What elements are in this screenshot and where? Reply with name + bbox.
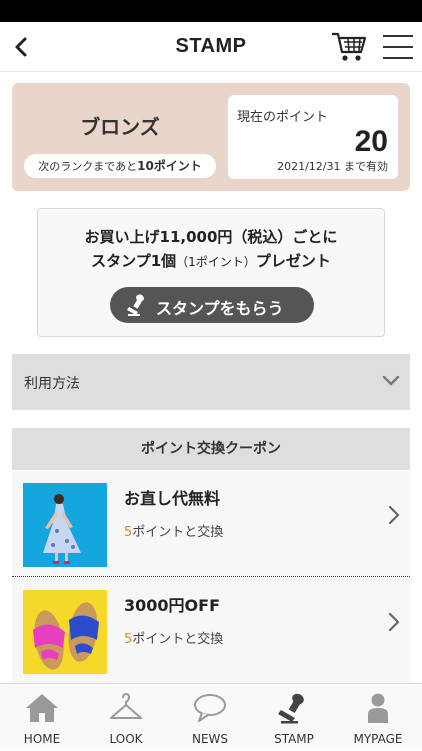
stamp-line2-end: プレゼント [255, 252, 331, 270]
rank-card: ブロンズ 次のランクまであと10ポイント 現在のポイント 20 2021/12/… [12, 83, 410, 191]
coupon-cost-text: ポイントと交換 [132, 525, 224, 540]
coupon-cost-text: ポイントと交換 [132, 632, 224, 647]
chevron-down-icon [382, 375, 400, 386]
tab-stamp[interactable]: STAMP [252, 684, 336, 751]
hanger-icon [110, 693, 142, 719]
stamp-condition-line1: お買い上げ11,000円（税込）ごとに [84, 228, 338, 246]
tab-label: MYPAGE [353, 732, 403, 746]
stamp-icon [278, 693, 304, 724]
coupon-section-header: ポイント交換クーポン [12, 428, 410, 470]
hamburger-menu-icon [383, 35, 413, 59]
points-value: 20 [354, 125, 388, 158]
chevron-right-icon [388, 505, 400, 525]
stamp-line2-small: （1ポイント） [176, 255, 256, 269]
coupon-image-sandals [23, 590, 107, 674]
next-rank-prefix: 次のランクまであと [38, 160, 138, 173]
usage-accordion[interactable]: 利用方法 [12, 354, 410, 410]
bottom-tab-bar: HOME LOOK NEWS STAMP MYPAGE [0, 683, 422, 750]
status-bar [0, 0, 422, 22]
stamp-condition-line2: スタンプ1個（1ポイント）プレゼント [38, 250, 384, 271]
cart-button[interactable] [330, 30, 368, 64]
tab-home[interactable]: HOME [0, 684, 84, 751]
cart-icon [332, 32, 367, 61]
home-icon [26, 694, 58, 722]
chevron-right-icon [388, 612, 400, 632]
rank-name: ブロンズ [80, 115, 160, 139]
usage-label: 利用方法 [24, 376, 80, 392]
coupon-item[interactable]: お直し代無料 5ポイントと交換 [12, 471, 410, 577]
coupon-cost: 5ポイントと交換 [124, 521, 223, 540]
coupon-image-dress [23, 483, 107, 567]
next-rank-info: 次のランクまであと10ポイント [24, 154, 216, 178]
coupon-cost: 5ポイントと交換 [124, 628, 223, 647]
coupon-item[interactable]: 3000円OFF 5ポイントと交換 [12, 578, 410, 684]
points-expiry: 2021/12/31 まで有効 [277, 160, 388, 173]
coupon-title: お直し代無料 [124, 489, 221, 508]
app-header: STAMP [0, 22, 422, 72]
next-rank-points: 10ポイント [137, 159, 202, 173]
tab-label: STAMP [274, 732, 314, 746]
stamp-info-card: お買い上げ11,000円（税込）ごとに スタンプ1個（1ポイント）プレゼント ス… [37, 208, 385, 337]
tab-news[interactable]: NEWS [168, 684, 252, 751]
tab-label: HOME [23, 732, 61, 746]
menu-button[interactable] [381, 33, 415, 61]
tab-mypage[interactable]: MYPAGE [336, 684, 420, 751]
current-points-box: 現在のポイント 20 2021/12/31 まで有効 [228, 95, 398, 179]
tab-label: LOOK [109, 732, 143, 746]
points-label: 現在のポイント [237, 110, 329, 125]
get-stamp-button[interactable]: スタンプをもらう [110, 287, 314, 323]
coupon-title: 3000円OFF [124, 596, 220, 615]
get-stamp-label: スタンプをもらう [156, 299, 284, 318]
tab-look[interactable]: LOOK [84, 684, 168, 751]
stamp-icon [127, 294, 144, 316]
speech-bubble-icon [194, 694, 226, 722]
person-icon [368, 693, 388, 723]
stamp-line2-main: スタンプ1個 [91, 252, 177, 270]
tab-label: NEWS [191, 732, 229, 746]
